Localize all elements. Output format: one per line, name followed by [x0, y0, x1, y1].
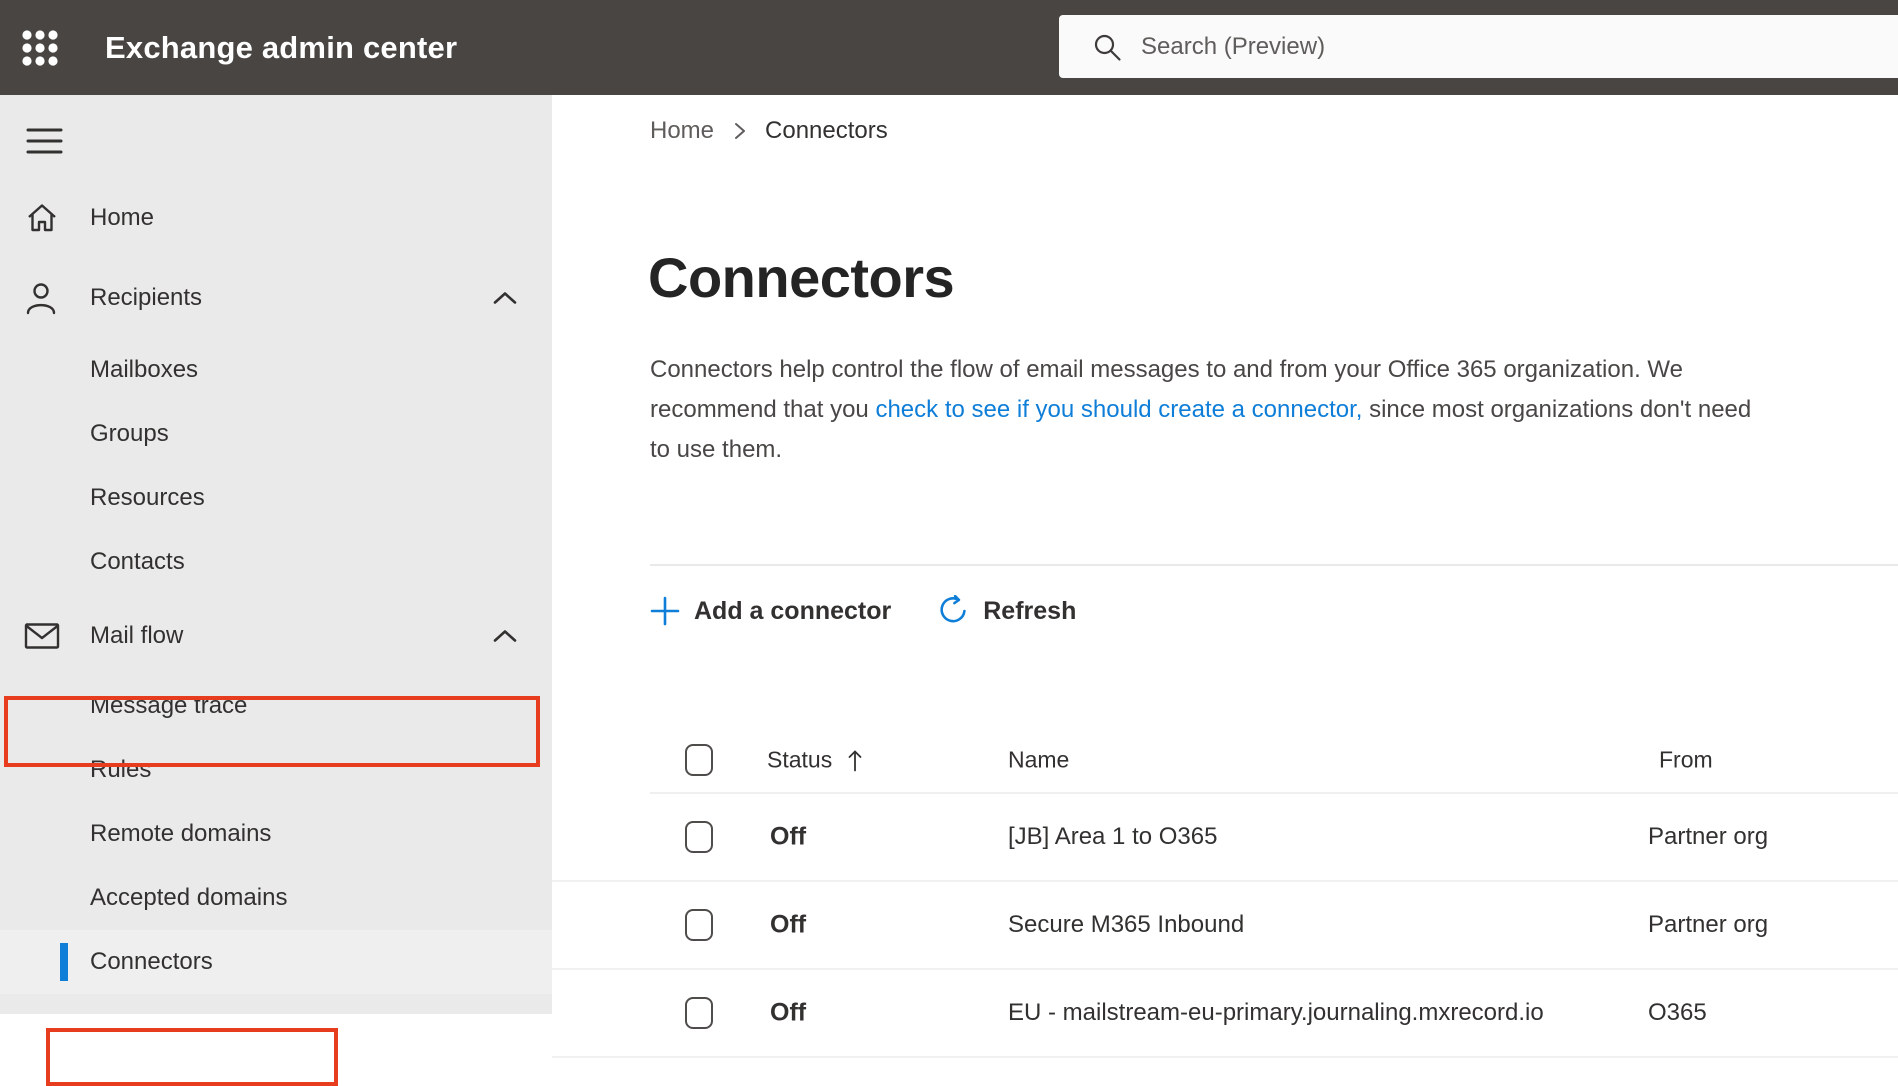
- breadcrumb-current: Connectors: [765, 117, 888, 144]
- sidebar-item-mailboxes[interactable]: Mailboxes: [0, 338, 552, 402]
- column-header-status[interactable]: Status: [767, 747, 864, 774]
- refresh-label: Refresh: [983, 596, 1077, 625]
- sidebar-item-rules[interactable]: Rules: [0, 738, 552, 802]
- hamburger-icon: [24, 121, 64, 161]
- sidebar-nav: Home Recipients Mailboxes Groups Resourc…: [0, 186, 552, 994]
- table-header: Status Name From: [552, 726, 1898, 794]
- sidebar-item-label: Resources: [90, 484, 205, 511]
- sidebar-item-label: Rules: [90, 756, 152, 783]
- search-icon: [1091, 31, 1123, 63]
- sidebar-item-mail-flow[interactable]: Mail flow: [0, 601, 552, 671]
- topbar: Exchange admin center: [0, 0, 1898, 95]
- status-column-label: Status: [767, 746, 833, 773]
- column-header-name[interactable]: Name: [1008, 747, 1069, 774]
- app-root: { "topbar": { "title": "Exchange admin c…: [0, 0, 1898, 1086]
- breadcrumb-home-link[interactable]: Home: [650, 117, 714, 145]
- breadcrumb: Home Connectors: [650, 117, 888, 145]
- row-name: EU - mailstream-eu-primary.journaling.mx…: [1008, 999, 1544, 1026]
- sidebar-item-label: Mail flow: [90, 622, 184, 649]
- annotation-box-connectors: [46, 1028, 338, 1086]
- add-connector-button[interactable]: Add a connector: [650, 596, 891, 626]
- home-icon: [24, 200, 64, 236]
- sidebar-item-label: Remote domains: [90, 820, 272, 847]
- connector-list: Off [JB] Area 1 to O365 Partner org Off …: [552, 794, 1898, 1058]
- search-input[interactable]: [1139, 31, 1843, 62]
- page-description: Connectors help control the flow of emai…: [650, 350, 1770, 470]
- chevron-right-icon: [732, 119, 747, 143]
- select-all-checkbox[interactable]: [685, 744, 713, 776]
- main-content: Home Connectors Connectors Connectors he…: [552, 95, 1898, 1058]
- refresh-icon: [937, 595, 969, 627]
- sidebar-item-connectors[interactable]: Connectors: [0, 930, 552, 994]
- sidebar-item-label: Message trace: [90, 692, 248, 719]
- row-checkbox[interactable]: [685, 997, 713, 1029]
- row-name: [JB] Area 1 to O365: [1008, 823, 1218, 850]
- nav-collapse-button[interactable]: [24, 121, 64, 161]
- sidebar: Home Recipients Mailboxes Groups Resourc…: [0, 95, 552, 1086]
- sidebar-item-home[interactable]: Home: [0, 186, 552, 250]
- chevron-up-icon[interactable]: [492, 290, 518, 306]
- row-checkbox[interactable]: [685, 909, 713, 941]
- sort-ascending-icon: [846, 747, 864, 773]
- page-title: Connectors: [648, 246, 955, 309]
- sidebar-item-recipients[interactable]: Recipients: [0, 266, 552, 330]
- row-from: Partner org: [1648, 823, 1769, 850]
- row-from: O365: [1648, 999, 1707, 1026]
- create-connector-link[interactable]: check to see if you should create a conn…: [875, 396, 1362, 423]
- row-status: Off: [770, 910, 807, 939]
- sidebar-item-accepted-domains[interactable]: Accepted domains: [0, 866, 552, 930]
- connector-row-2[interactable]: Off EU - mailstream-eu-primary.journalin…: [552, 970, 1898, 1058]
- sidebar-item-label: Accepted domains: [90, 884, 288, 911]
- row-status: Off: [770, 822, 807, 851]
- connector-row-0[interactable]: Off [JB] Area 1 to O365 Partner org: [552, 794, 1898, 882]
- sidebar-item-label: Home: [90, 204, 155, 231]
- sidebar-item-label: Connectors: [90, 948, 213, 975]
- refresh-button[interactable]: Refresh: [937, 595, 1076, 627]
- sidebar-item-label: Mailboxes: [90, 356, 199, 383]
- column-header-from[interactable]: From: [1659, 747, 1713, 774]
- connector-row-1[interactable]: Off Secure M365 Inbound Partner org: [552, 882, 1898, 970]
- row-from: Partner org: [1648, 911, 1769, 938]
- row-status: Off: [770, 998, 807, 1027]
- toolbar: Add a connector Refresh: [650, 585, 1076, 637]
- person-icon: [24, 280, 64, 316]
- add-connector-label: Add a connector: [694, 596, 892, 625]
- sidebar-item-message-trace[interactable]: Message trace: [0, 674, 552, 738]
- toolbar-top-divider: [650, 564, 1898, 566]
- sidebar-item-resources[interactable]: Resources: [0, 466, 552, 530]
- app-launcher-button[interactable]: [16, 24, 64, 72]
- waffle-icon: [16, 24, 64, 72]
- plus-icon: [650, 596, 680, 626]
- row-checkbox[interactable]: [685, 821, 713, 853]
- sidebar-item-remote-domains[interactable]: Remote domains: [0, 802, 552, 866]
- sidebar-item-label: Contacts: [90, 548, 185, 575]
- sidebar-item-contacts[interactable]: Contacts: [0, 530, 552, 594]
- app-title: Exchange admin center: [105, 29, 458, 65]
- sidebar-item-label: Recipients: [90, 284, 203, 311]
- sidebar-item-label: Groups: [90, 420, 169, 447]
- row-name: Secure M365 Inbound: [1008, 911, 1245, 938]
- sidebar-item-groups[interactable]: Groups: [0, 402, 552, 466]
- chevron-up-icon[interactable]: [492, 628, 518, 644]
- mail-icon: [24, 622, 64, 650]
- global-search[interactable]: [1059, 15, 1898, 78]
